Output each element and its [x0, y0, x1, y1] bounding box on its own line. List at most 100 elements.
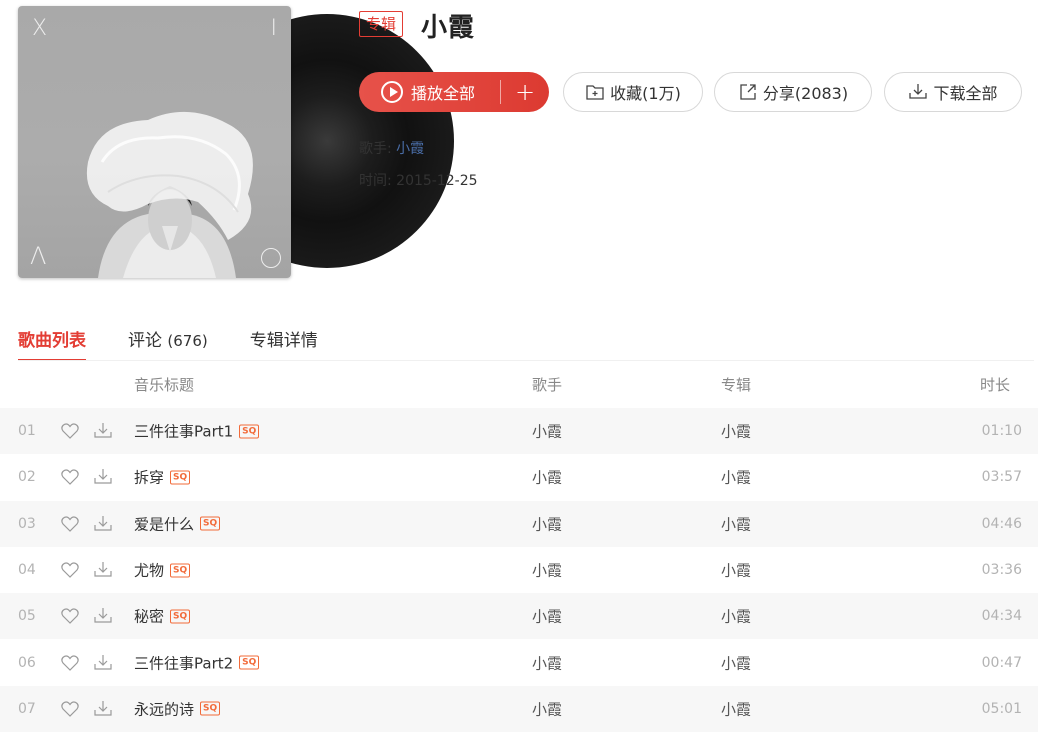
song-title-cell[interactable]: 拆穿 SQ: [134, 467, 191, 488]
song-title: 秘密: [134, 607, 165, 626]
song-title-cell[interactable]: 三件往事Part1 SQ: [134, 421, 260, 442]
date-label: 时间:: [359, 173, 392, 189]
song-artist[interactable]: 小霞: [532, 698, 562, 719]
download-icon[interactable]: [93, 699, 113, 719]
sq-quality-badge: SQ: [239, 424, 260, 439]
heart-icon[interactable]: [61, 655, 79, 671]
sq-quality-badge: SQ: [239, 655, 260, 670]
play-circle-icon: [381, 81, 403, 103]
collect-label: 收藏(1万): [610, 84, 681, 103]
release-date: 2015-12-25: [396, 173, 478, 189]
song-title: 三件往事Part2: [134, 654, 234, 673]
column-header-album[interactable]: 专辑: [721, 374, 751, 395]
heart-icon[interactable]: [61, 423, 79, 439]
heart-icon[interactable]: [61, 562, 79, 578]
tab-comments[interactable]: 评论 (676): [128, 326, 208, 361]
song-duration: 03:36: [981, 562, 1022, 579]
singer-link[interactable]: 小霞: [396, 141, 424, 157]
collect-button[interactable]: 收藏(1万): [563, 72, 703, 112]
song-duration: 05:01: [981, 700, 1022, 717]
heart-icon[interactable]: [61, 701, 79, 717]
track-number: 06: [18, 654, 36, 671]
sq-quality-badge: SQ: [200, 701, 221, 716]
singer-info: 歌手: 小霞: [359, 138, 424, 158]
song-album[interactable]: 小霞: [721, 560, 751, 581]
song-duration: 04:46: [981, 515, 1022, 532]
tab-song-list[interactable]: 歌曲列表: [18, 326, 86, 361]
share-button[interactable]: 分享(2083): [714, 72, 872, 112]
sq-quality-badge: SQ: [200, 516, 221, 531]
comment-count: (676): [167, 332, 208, 350]
table-row[interactable]: 04 尤物 SQ 小霞 小霞 03:36: [0, 547, 1038, 593]
table-row[interactable]: 01 三件往事Part1 SQ 小霞 小霞 01:10: [0, 408, 1038, 455]
song-artist[interactable]: 小霞: [532, 652, 562, 673]
song-duration: 00:47: [981, 654, 1022, 671]
song-title-cell[interactable]: 三件往事Part2 SQ: [134, 652, 260, 673]
song-artist[interactable]: 小霞: [532, 513, 562, 534]
share-arrow-icon: [740, 84, 756, 100]
song-table-header: 音乐标题 歌手 专辑 时长: [0, 362, 1038, 407]
track-number: 03: [18, 515, 36, 532]
play-all-label: 播放全部: [411, 84, 476, 103]
sq-quality-badge: SQ: [170, 609, 191, 624]
download-icon[interactable]: [93, 514, 113, 534]
column-header-artist[interactable]: 歌手: [532, 374, 562, 395]
table-row[interactable]: 05 秘密 SQ 小霞 小霞 04:34: [0, 593, 1038, 640]
track-number: 04: [18, 562, 36, 579]
tab-label: 评论: [128, 331, 162, 351]
song-album[interactable]: 小霞: [721, 698, 751, 719]
cover-letter-x: X: [32, 16, 48, 41]
song-title: 爱是什么: [134, 515, 195, 534]
tab-label: 专辑详情: [249, 331, 318, 351]
heart-icon[interactable]: [61, 608, 79, 625]
column-header-title[interactable]: 音乐标题: [134, 374, 194, 395]
song-artist[interactable]: 小霞: [532, 467, 562, 488]
song-duration: 01:10: [981, 423, 1022, 440]
table-row[interactable]: 07 永远的诗 SQ 小霞 小霞 05:01: [0, 685, 1038, 732]
release-date-info: 时间: 2015-12-25: [359, 170, 478, 190]
cover-letter-a: Λ: [30, 242, 47, 270]
table-row[interactable]: 03 爱是什么 SQ 小霞 小霞 04:46: [0, 500, 1038, 547]
album-tag: 专辑: [359, 11, 404, 37]
column-header-duration[interactable]: 时长: [980, 374, 1010, 395]
table-row[interactable]: 02 拆穿 SQ 小霞 小霞 03:57: [0, 454, 1038, 500]
download-icon[interactable]: [93, 606, 113, 626]
song-album[interactable]: 小霞: [721, 606, 751, 627]
song-title-cell[interactable]: 尤物 SQ: [134, 560, 191, 581]
album-cover[interactable]: X I Λ: [18, 6, 291, 278]
download-icon[interactable]: [93, 560, 113, 580]
song-album[interactable]: 小霞: [721, 513, 751, 534]
tabs-divider: [18, 360, 1034, 361]
track-number: 01: [18, 423, 36, 440]
download-icon[interactable]: [93, 421, 113, 441]
heart-icon[interactable]: [61, 516, 79, 532]
download-icon[interactable]: [93, 467, 113, 487]
song-artist[interactable]: 小霞: [532, 606, 562, 627]
download-all-button[interactable]: 下载全部: [884, 72, 1022, 112]
add-to-playlist-button[interactable]: +: [501, 72, 549, 112]
cover-figure-image: [86, 111, 253, 278]
song-artist[interactable]: 小霞: [532, 421, 562, 442]
play-all-button[interactable]: 播放全部: [359, 72, 500, 112]
song-title-cell[interactable]: 永远的诗 SQ: [134, 698, 221, 719]
play-all-group: 播放全部 +: [359, 72, 549, 112]
song-album[interactable]: 小霞: [721, 467, 751, 488]
tab-album-details[interactable]: 专辑详情: [250, 326, 318, 361]
song-title-cell[interactable]: 秘密 SQ: [134, 606, 191, 627]
table-row[interactable]: 06 三件往事Part2 SQ 小霞 小霞 00:47: [0, 639, 1038, 685]
heart-icon[interactable]: [61, 469, 79, 486]
folder-plus-icon: [586, 85, 604, 100]
album-title: 小霞: [421, 13, 476, 43]
download-all-label: 下载全部: [933, 84, 998, 103]
song-title-cell[interactable]: 爱是什么 SQ: [134, 513, 221, 534]
song-album[interactable]: 小霞: [721, 421, 751, 442]
song-title: 尤物: [134, 561, 165, 580]
song-title: 拆穿: [134, 468, 165, 487]
share-label: 分享(2083): [762, 84, 849, 103]
song-album[interactable]: 小霞: [721, 652, 751, 673]
download-icon: [909, 84, 928, 99]
track-number: 05: [18, 608, 36, 625]
download-icon[interactable]: [93, 653, 113, 673]
song-artist[interactable]: 小霞: [532, 560, 562, 581]
track-number: 07: [18, 700, 36, 717]
